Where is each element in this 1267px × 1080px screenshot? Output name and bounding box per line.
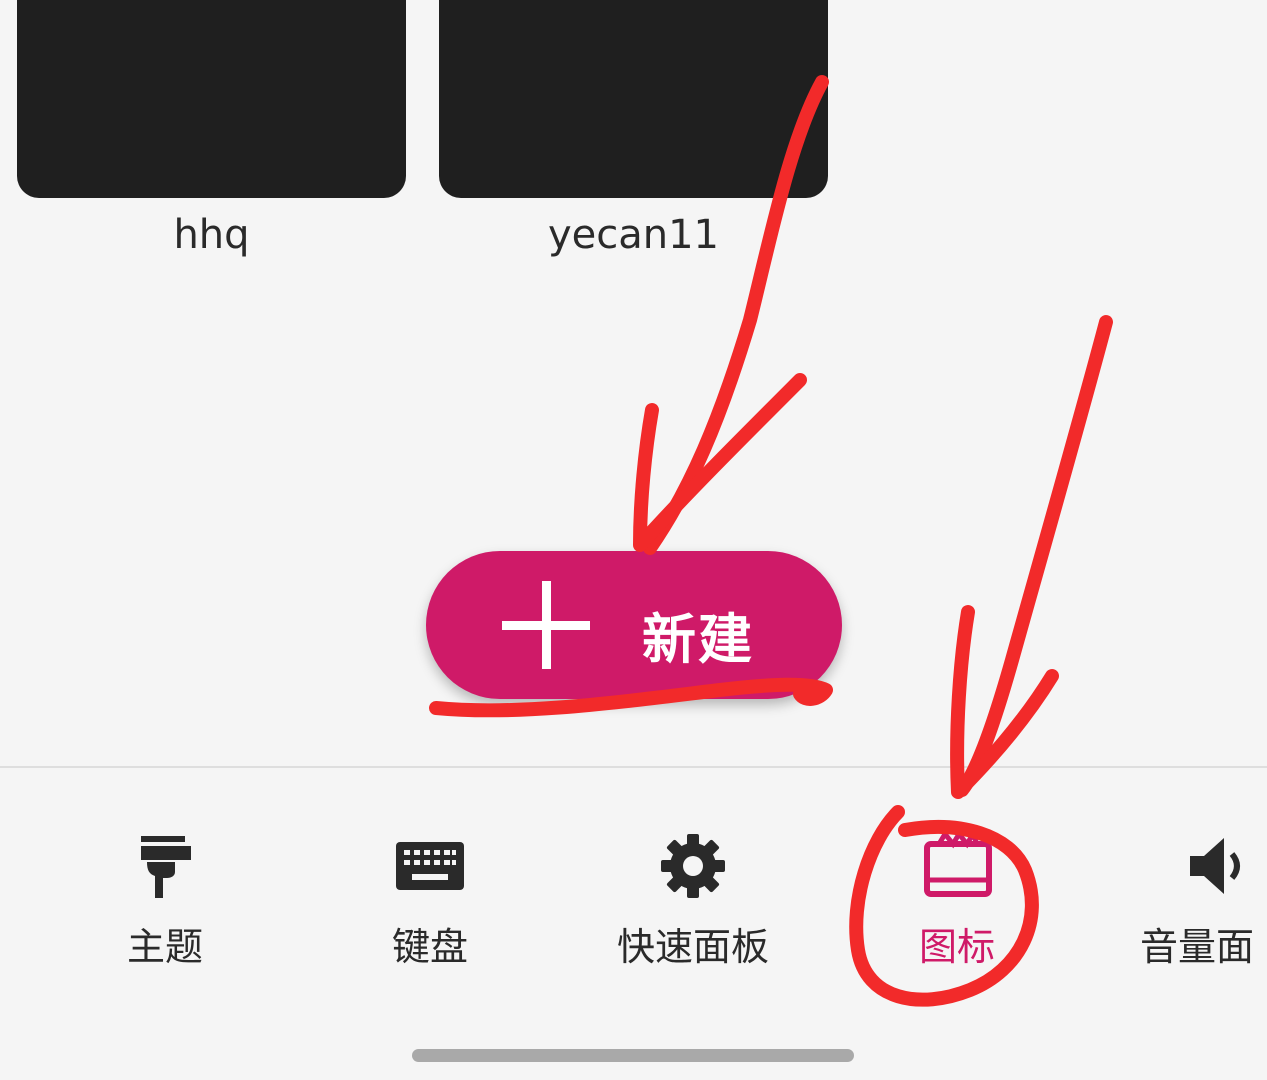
new-button[interactable]: 新建 [426, 551, 842, 699]
new-button-label: 新建 [642, 608, 754, 671]
nav-item-label: 主题 [126, 925, 203, 969]
home-indicator[interactable] [412, 1049, 854, 1062]
nav-divider [0, 766, 1267, 768]
icon-palette-icon [924, 830, 992, 897]
nav-item-theme[interactable]: 主题 [65, 830, 265, 971]
annotation-arrow-1-head [633, 373, 807, 552]
theme-card-hhq[interactable] [17, 0, 406, 198]
theme-card-yecan11[interactable] [439, 0, 828, 198]
annotation-arrow-2 [955, 315, 1113, 797]
keyboard-icon [396, 842, 464, 890]
annotation-arrow-2-head [950, 605, 1059, 799]
plus-icon [502, 581, 590, 669]
nav-item-label: 键盘 [391, 925, 468, 969]
theme-card-label: yecan11 [547, 212, 720, 258]
nav-item-volume-panel[interactable]: 音量面 [1140, 830, 1267, 971]
gear-icon [661, 834, 725, 898]
nav-item-label: 快速面板 [616, 925, 769, 969]
nav-item-label: 图标 [918, 925, 995, 969]
nav-item-quick-panel[interactable]: 快速面板 [593, 830, 793, 971]
theme-card-label: hhq [173, 212, 250, 258]
volume-icon [1190, 838, 1240, 894]
nav-item-keyboard[interactable]: 键盘 [330, 830, 530, 971]
nav-item-icons[interactable]: 图标 [857, 830, 1057, 971]
paint-brush-icon [141, 836, 191, 898]
nav-item-label: 音量面 [1140, 925, 1255, 969]
